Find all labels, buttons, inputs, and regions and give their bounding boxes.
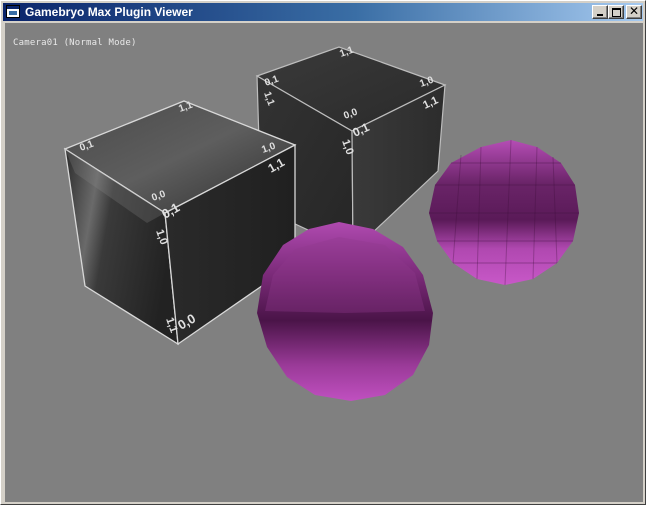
title-bar[interactable]: Gamebryo Max Plugin Viewer ✕ [3,3,643,21]
app-window-icon[interactable] [6,5,20,18]
app-window: Gamebryo Max Plugin Viewer ✕ 0,1 1,1 1,0… [0,0,646,505]
large-sphere [257,222,433,401]
3d-viewport[interactable]: 0,1 1,1 1,0 0,0 0,1 1,1 0,0 1,0 1,1 0,1 … [5,23,643,502]
close-icon: ✕ [628,4,640,18]
scene-render: 0,1 1,1 1,0 0,0 0,1 1,1 0,0 1,0 1,1 0,1 … [63,45,579,401]
camera-mode-label: Camera01 (Normal Mode) [13,38,137,48]
small-sphere [429,139,579,286]
window-title: Gamebryo Max Plugin Viewer [25,5,193,19]
minimize-button[interactable] [592,5,608,19]
maximize-button[interactable] [608,5,624,19]
close-button[interactable]: ✕ [626,4,642,19]
